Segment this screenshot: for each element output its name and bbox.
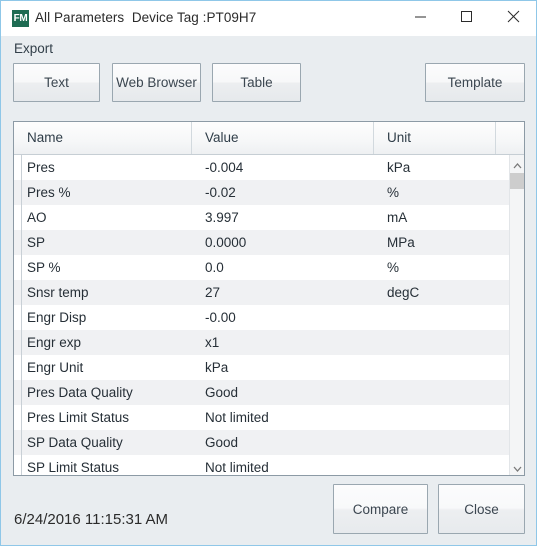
- minimize-button[interactable]: [398, 1, 444, 32]
- cell-value: 0.0: [205, 260, 224, 275]
- table-row[interactable]: Engr exp x1: [14, 330, 509, 355]
- cell-name: Engr Disp: [27, 310, 87, 325]
- cell-name: SP Limit Status: [27, 460, 120, 475]
- app-icon: FM: [12, 10, 29, 27]
- all-parameters-window: FM All Parameters Device Tag :PT09H7 Exp…: [0, 0, 537, 546]
- cell-name: Snsr temp: [27, 285, 89, 300]
- table-row[interactable]: SP % 0.0%: [14, 255, 509, 280]
- cell-unit: [387, 330, 502, 355]
- table-body: Pres -0.004 kPa Pres % -0.02% AO 3.997 mA SP 0.00…: [14, 155, 509, 475]
- cell-value: -0.02: [205, 185, 236, 200]
- title-bar: FM All Parameters Device Tag :PT09H7: [1, 1, 536, 36]
- table-row[interactable]: Pres -0.004 kPa: [14, 155, 509, 180]
- compare-button[interactable]: Compare: [333, 484, 428, 534]
- cell-unit: degC: [387, 285, 420, 300]
- maximize-icon: [444, 1, 490, 32]
- close-window-button[interactable]: [490, 1, 536, 32]
- minimize-icon: [398, 1, 444, 32]
- table-row[interactable]: Pres % -0.02%: [14, 180, 509, 205]
- cell-unit: [387, 455, 502, 475]
- table-header-row: Name Value Unit: [14, 122, 524, 155]
- cell-name: Engr exp: [27, 335, 82, 350]
- cell-value: -0.004: [205, 160, 244, 175]
- chevron-down-icon: [510, 466, 524, 472]
- cell-value: Not limited: [205, 460, 269, 475]
- cell-unit: kPa: [387, 160, 411, 175]
- cell-unit: [387, 405, 502, 430]
- cell-name: SP %: [27, 260, 61, 275]
- export-table-button[interactable]: Table: [212, 63, 301, 102]
- scroll-up-button[interactable]: [510, 155, 524, 172]
- scroll-down-button[interactable]: [510, 458, 524, 475]
- table-row[interactable]: Engr Unit kPa: [14, 355, 509, 380]
- close-button[interactable]: Close: [438, 484, 525, 534]
- cell-unit: mA: [387, 210, 408, 225]
- column-header-unit[interactable]: Unit: [374, 122, 496, 154]
- timestamp-label: 6/24/2016 11:15:31 AM: [14, 511, 169, 528]
- cell-name: Pres Limit Status: [27, 410, 130, 425]
- table-row[interactable]: Snsr temp 27 degC: [14, 280, 509, 305]
- cell-value: kPa: [205, 360, 229, 375]
- parameters-table: Name Value Unit Pres -0.004 kPa Pres % -0.02…: [13, 121, 525, 476]
- export-label: Export: [14, 41, 54, 56]
- window-title: All Parameters Device Tag :PT09H7: [35, 10, 257, 25]
- table-row[interactable]: SP Limit Status Not limited: [14, 455, 509, 475]
- column-header-value[interactable]: Value: [192, 122, 374, 154]
- table-vertical-scrollbar[interactable]: [509, 155, 524, 475]
- cell-name: SP: [27, 235, 46, 250]
- cell-value: x1: [205, 335, 220, 350]
- cell-value: 27: [205, 285, 221, 300]
- cell-value: 3.997: [205, 210, 239, 225]
- maximize-button[interactable]: [444, 1, 490, 32]
- cell-value: -0.00: [205, 310, 236, 325]
- export-web-browser-button[interactable]: Web Browser: [112, 63, 201, 102]
- table-row[interactable]: Pres Limit Status Not limited: [14, 405, 509, 430]
- scrollbar-thumb[interactable]: [510, 173, 524, 189]
- cell-unit: [387, 380, 502, 405]
- cell-name: Pres Data Quality: [27, 385, 133, 400]
- export-text-button[interactable]: Text: [13, 63, 100, 102]
- cell-value: Good: [205, 385, 239, 400]
- cell-unit: MPa: [387, 235, 415, 250]
- column-header-blank[interactable]: [496, 122, 524, 154]
- cell-name: Pres: [27, 160, 55, 175]
- cell-name: Pres %: [27, 185, 71, 200]
- table-body-grid-line: [21, 155, 22, 475]
- template-button[interactable]: Template: [425, 63, 525, 102]
- cell-unit: [387, 355, 502, 380]
- cell-value: Good: [205, 435, 239, 450]
- cell-unit: %: [387, 185, 400, 200]
- cell-unit: [387, 430, 502, 455]
- chevron-up-icon: [510, 163, 524, 169]
- cell-unit: %: [387, 260, 400, 275]
- cell-unit: [387, 305, 502, 330]
- table-row[interactable]: SP 0.0000 MPa: [14, 230, 509, 255]
- table-row[interactable]: Engr Disp -0.00: [14, 305, 509, 330]
- column-header-name[interactable]: Name: [14, 122, 192, 154]
- table-row[interactable]: AO 3.997 mA: [14, 205, 509, 230]
- table-row[interactable]: Pres Data Quality Good: [14, 380, 509, 405]
- cell-name: AO: [27, 210, 47, 225]
- cell-value: 0.0000: [205, 235, 247, 250]
- cell-value: Not limited: [205, 410, 269, 425]
- cell-name: SP Data Quality: [27, 435, 123, 450]
- cell-name: Engr Unit: [27, 360, 84, 375]
- close-icon: [490, 1, 536, 32]
- table-row[interactable]: SP Data Quality Good: [14, 430, 509, 455]
